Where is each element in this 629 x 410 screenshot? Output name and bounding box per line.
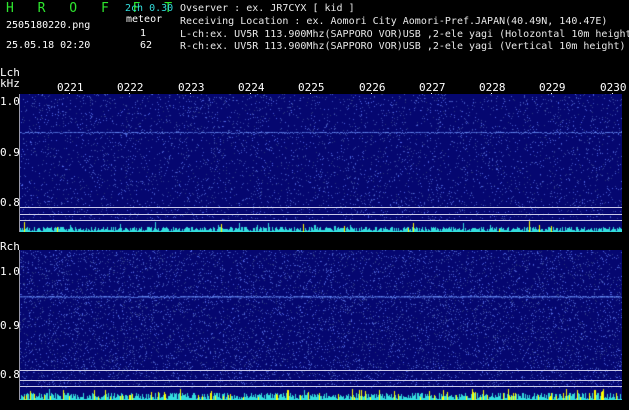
observer-line: Ovserver : ex. JR7CYX [ kid ] [180,3,355,14]
lch-y-label-1: 1.0 [0,95,20,108]
time-label-0228: 0228 [479,81,506,94]
lch-spectrogram-canvas [20,94,622,232]
time-label-0229: 0229 [539,81,566,94]
time-label-0224: 0224 [238,81,265,94]
lch-grid-line-1 [20,207,622,208]
lch-grid-line-3 [20,220,622,221]
location-line: Receiving Location : ex. Aomori City Aom… [180,16,608,27]
rch-spectrogram-canvas [20,250,622,400]
time-label-0223: 0223 [178,81,205,94]
lch-meteor-count: 1 [140,28,147,39]
rch-info-line: R-ch:ex. UV5R 113.900Mhz(SAPPORO VOR)USB… [180,41,626,52]
time-label-0222: 0222 [117,81,144,94]
rch-y-label-1: 1.0 [0,265,20,278]
rch-spectrogram [20,250,622,400]
rch-grid-line-3 [20,386,622,387]
rch-grid-line-2 [20,380,622,381]
lch-unit-label: kHz [0,77,20,90]
lch-y-label-3: 0.8 [0,196,20,209]
time-label-0221: 0221 [57,81,84,94]
time-label-0226: 0226 [359,81,386,94]
rch-grid-line-1 [20,370,622,371]
rch-meteor-count: 62 [140,40,153,51]
rch-y-label-2: 0.9 [0,319,20,332]
rch-channel-label: Rch [0,240,20,253]
lch-grid-line-2 [20,214,622,215]
lch-spectrogram [20,94,622,232]
filename-label: 2505180220.png [6,20,91,31]
time-label-0230: 0230 [600,81,627,94]
time-label-0227: 0227 [419,81,446,94]
lch-info-line: L-ch:ex. UV5R 113.900Mhz(SAPPORO VOR)USB… [180,29,629,40]
lch-y-label-2: 0.9 [0,146,20,159]
meteor-label: meteor [126,14,163,25]
rch-y-label-3: 0.8 [0,368,20,381]
time-label-0225: 0225 [298,81,325,94]
datetime-label: 25.05.18 02:20 [6,40,91,51]
